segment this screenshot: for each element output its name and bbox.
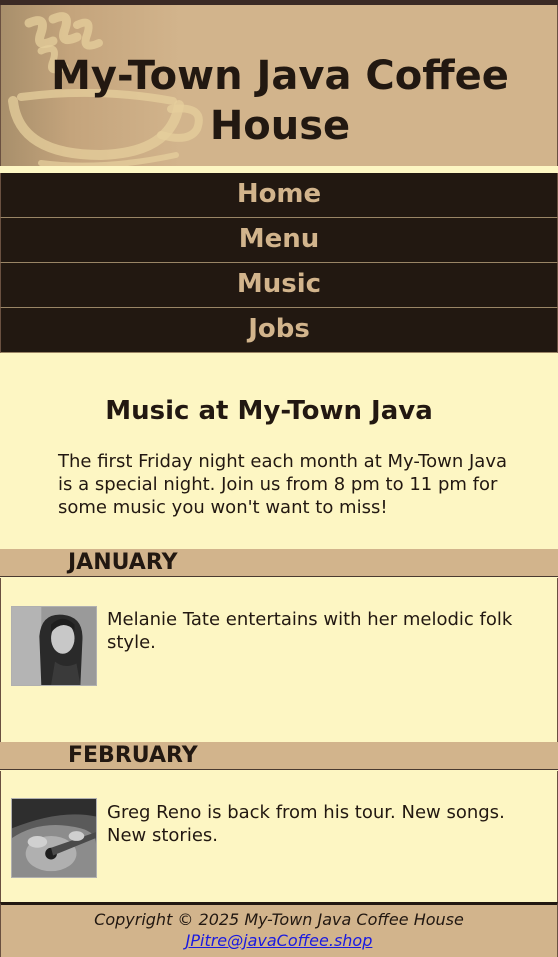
month-heading-january: JANUARY	[0, 549, 558, 577]
event-description: Greg Reno is back from his tour. New son…	[107, 802, 505, 846]
site-footer: Copyright © 2025 My-Town Java Coffee Hou…	[0, 902, 558, 957]
copyright-text: Copyright © 2025 My-Town Java Coffee Hou…	[94, 910, 464, 929]
guitarist-photo	[11, 798, 97, 878]
header-divider	[0, 166, 558, 173]
nav-item-home[interactable]: Home	[0, 173, 558, 218]
nav-item-music[interactable]: Music	[0, 263, 558, 308]
nav-item-jobs[interactable]: Jobs	[0, 308, 558, 353]
site-header: My-Town Java Coffee House	[0, 5, 558, 166]
nav-item-menu[interactable]: Menu	[0, 218, 558, 263]
main-content: Music at My-Town Java The first Friday n…	[0, 353, 558, 903]
month-heading-february: FEBRUARY	[0, 742, 558, 770]
main-nav: Home Menu Music Jobs	[0, 173, 558, 353]
singer-photo	[11, 606, 97, 686]
event-description: Melanie Tate entertains with her melodic…	[107, 609, 513, 653]
intro-paragraph: The first Friday night each month at My-…	[58, 451, 508, 518]
site-title: My-Town Java Coffee House	[51, 53, 509, 149]
page-heading: Music at My-Town Java	[105, 396, 433, 426]
email-link[interactable]: JPitre@javaCoffee.shop	[1, 931, 557, 951]
page-wrapper: My-Town Java Coffee House Home Menu Musi…	[0, 5, 558, 957]
event-january: Melanie Tate entertains with her melodic…	[0, 578, 558, 742]
event-february: Greg Reno is back from his tour. New son…	[0, 771, 558, 903]
